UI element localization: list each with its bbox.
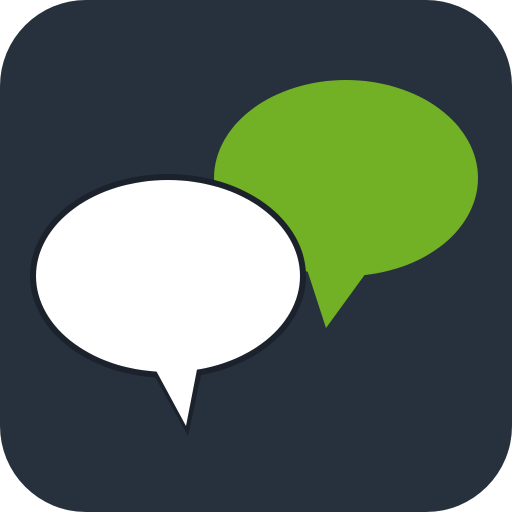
app-icon[interactable] — [0, 0, 512, 512]
chat-bubbles-icon — [0, 0, 512, 512]
